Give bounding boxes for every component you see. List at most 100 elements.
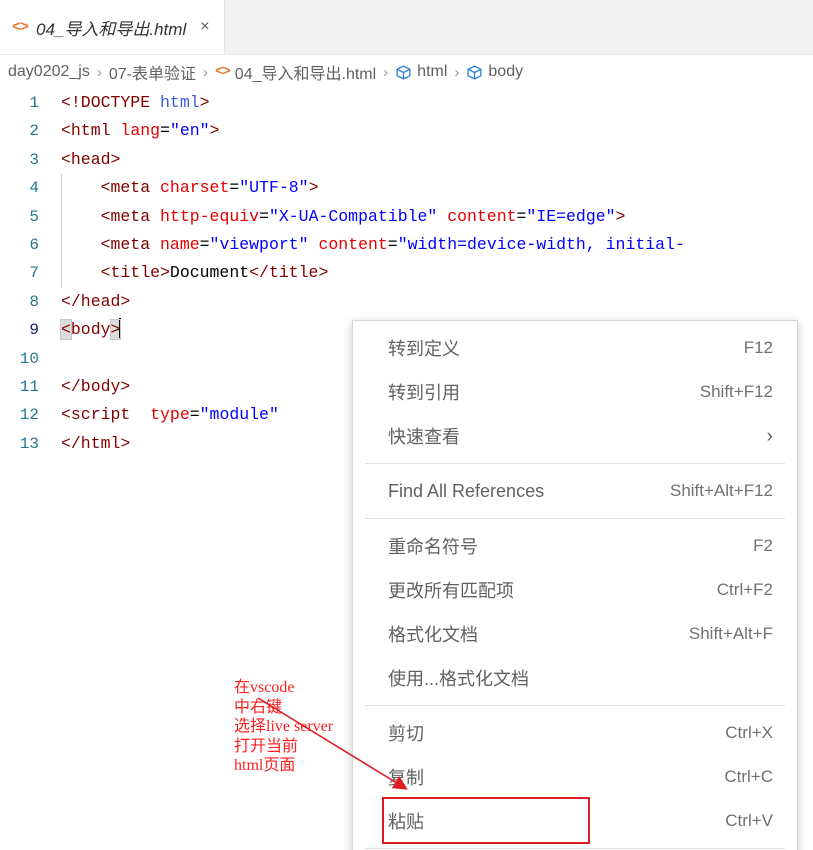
breadcrumb-item-day0202-js[interactable]: day0202_js <box>8 63 90 81</box>
menu-separator <box>365 705 785 706</box>
line-number: 9 <box>0 316 48 344</box>
line-number: 2 <box>0 117 48 145</box>
menu-item-find-all-references[interactable]: Find All ReferencesShift+Alt+F12 <box>353 469 797 513</box>
code-icon: <> <box>215 64 230 80</box>
annotation-line-2: 中右键 <box>234 698 333 718</box>
code-token: "viewport" <box>210 235 309 254</box>
code-token: < <box>61 320 71 339</box>
symbol-cube-icon <box>395 64 412 81</box>
editor-tab-label: 04_导入和导出.html <box>36 15 186 40</box>
code-token: = <box>160 121 170 140</box>
menu-item-shortcut: Ctrl+C <box>724 767 773 787</box>
menu-item-[interactable]: 转到引用Shift+F12 <box>353 370 797 414</box>
code-token: = <box>259 207 269 226</box>
menu-item-[interactable]: 复制Ctrl+C <box>353 755 797 799</box>
line-number: 11 <box>0 373 48 401</box>
code-line[interactable]: 1<!DOCTYPE html> <box>0 89 813 117</box>
menu-item-label: 重命名符号 <box>388 533 753 559</box>
line-number: 10 <box>0 345 48 373</box>
menu-item-label: 粘贴 <box>388 808 725 834</box>
menu-item-[interactable]: 粘贴Ctrl+V <box>353 799 797 843</box>
code-token: </head> <box>61 292 130 311</box>
menu-item-label: 转到引用 <box>388 379 700 405</box>
menu-separator <box>365 463 785 464</box>
menu-item-shortcut: Ctrl+X <box>725 723 773 743</box>
code-token: > <box>200 93 210 112</box>
code-token: <title> <box>61 263 170 282</box>
code-token: charset <box>160 178 229 197</box>
breadcrumb-label: day0202_js <box>8 63 90 81</box>
breadcrumb-item-07-form-validation[interactable]: 07-表单验证 <box>109 60 196 84</box>
menu-item-shortcut: Ctrl+F2 <box>717 580 773 600</box>
annotation-line-5: html页面 <box>234 756 333 776</box>
menu-item-label: 格式化文档 <box>388 621 689 647</box>
code-token: = <box>388 235 398 254</box>
code-token: = <box>200 235 210 254</box>
code-token: </html> <box>61 434 130 453</box>
code-line[interactable]: 3<head> <box>0 146 813 174</box>
code-token: <meta <box>61 235 160 254</box>
menu-item-[interactable]: 更改所有匹配项Ctrl+F2 <box>353 568 797 612</box>
close-icon[interactable]: × <box>200 19 209 35</box>
code-line[interactable]: 8 </head> <box>0 288 813 316</box>
menu-item-label: 快速查看 <box>388 423 767 449</box>
menu-item-[interactable]: 剪切Ctrl+X <box>353 711 797 755</box>
code-text: <title>Document</title> <box>48 259 813 287</box>
code-line[interactable]: 7 <title>Document</title> <box>0 259 813 287</box>
code-token: Document <box>170 263 249 282</box>
code-line[interactable]: 5 <meta http-equiv="X-UA-Compatible" con… <box>0 203 813 231</box>
code-text: <meta charset="UTF-8"> <box>48 174 813 202</box>
breadcrumb-item-symbol-html[interactable]: html <box>395 63 447 81</box>
breadcrumb-label: html <box>417 63 447 81</box>
code-line[interactable]: 6 <meta name="viewport" content="width=d… <box>0 231 813 259</box>
code-line[interactable]: 2<html lang="en"> <box>0 117 813 145</box>
editor-tab-04-import-export-html[interactable]: <> 04_导入和导出.html × <box>0 0 225 54</box>
code-text: <meta http-equiv="X-UA-Compatible" conte… <box>48 203 813 231</box>
menu-item-[interactable]: 重命名符号F2 <box>353 524 797 568</box>
menu-item-[interactable]: 快速查看› <box>353 414 797 458</box>
code-text: <head> <box>48 146 813 174</box>
menu-item-[interactable]: 格式化文档Shift+Alt+F <box>353 612 797 656</box>
menu-item-shortcut: F12 <box>744 338 773 358</box>
code-token: html <box>160 93 200 112</box>
breadcrumb-label: 07-表单验证 <box>109 60 196 84</box>
code-token: content <box>318 235 387 254</box>
chevron-right-icon: › <box>767 427 773 446</box>
code-token: <head> <box>61 150 120 169</box>
menu-separator <box>365 518 785 519</box>
code-token: > <box>210 121 220 140</box>
breadcrumb-label: body <box>488 63 523 81</box>
menu-item-shortcut: Shift+F12 <box>700 382 773 402</box>
code-token: > <box>309 178 319 197</box>
line-number: 8 <box>0 288 48 316</box>
menu-item-label: 复制 <box>388 764 724 790</box>
breadcrumb-item-file[interactable]: <> 04_导入和导出.html <box>215 60 376 84</box>
symbol-cube-icon <box>466 64 483 81</box>
menu-item-[interactable]: 转到定义F12 <box>353 326 797 370</box>
line-number: 7 <box>0 259 48 287</box>
code-text: </head> <box>48 288 813 316</box>
code-token: type <box>150 405 190 424</box>
line-number: 13 <box>0 430 48 458</box>
code-token: "IE=edge" <box>526 207 615 226</box>
annotation-line-1: 在vscode <box>234 678 333 698</box>
menu-separator <box>365 848 785 849</box>
menu-item-[interactable]: 使用...格式化文档 <box>353 656 797 700</box>
menu-item-label: 剪切 <box>388 720 725 746</box>
code-token: = <box>190 405 200 424</box>
breadcrumb-separator: › <box>454 64 459 81</box>
annotation-line-3: 选择live server <box>234 717 333 737</box>
code-token: name <box>160 235 200 254</box>
code-line[interactable]: 4 <meta charset="UTF-8"> <box>0 174 813 202</box>
editor-tab-bar: <> 04_导入和导出.html × <box>0 0 813 55</box>
code-token: <meta <box>61 178 160 197</box>
code-token: content <box>447 207 516 226</box>
editor-context-menu[interactable]: 转到定义F12转到引用Shift+F12快速查看›Find All Refere… <box>352 320 798 850</box>
vscode-editor-window: <> 04_导入和导出.html × day0202_js › 07-表单验证 … <box>0 0 813 850</box>
annotation-line-4: 打开当前 <box>234 737 333 757</box>
code-token <box>437 207 447 226</box>
breadcrumb-item-symbol-body[interactable]: body <box>466 63 523 81</box>
code-token: "en" <box>170 121 210 140</box>
code-token: = <box>517 207 527 226</box>
line-number: 5 <box>0 203 48 231</box>
